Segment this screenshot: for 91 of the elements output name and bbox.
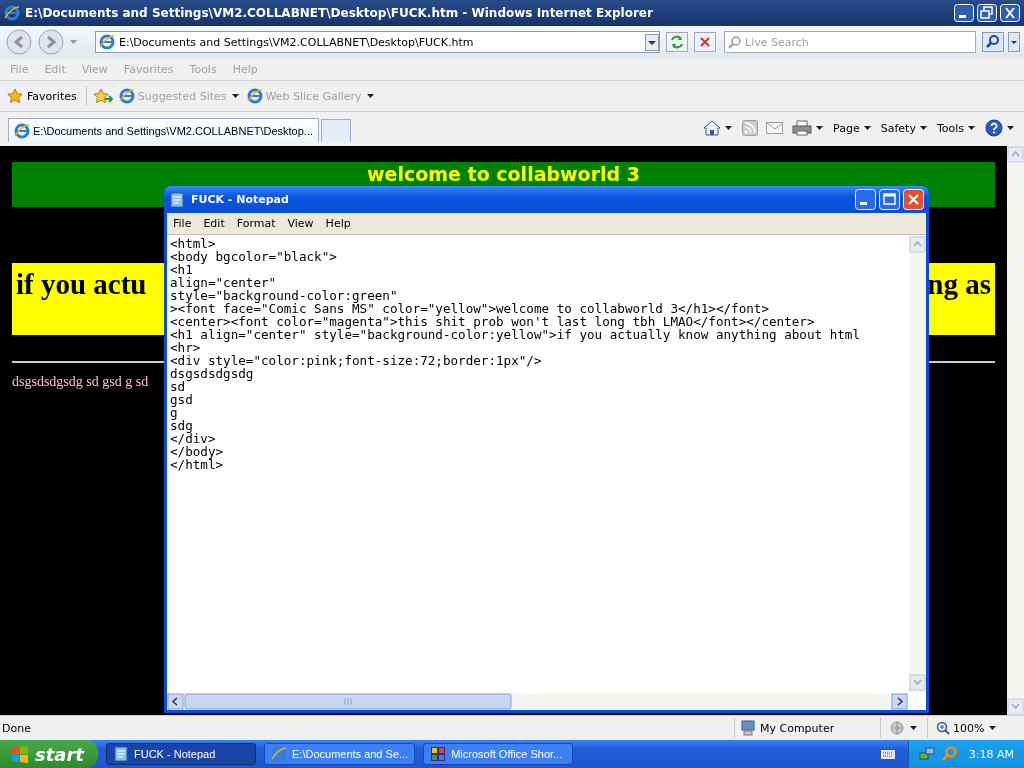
browser-icon <box>4 5 20 21</box>
menu-item[interactable]: File <box>167 217 198 230</box>
protected-mode-icon[interactable] <box>889 720 905 736</box>
page-heading: if you actu <box>16 267 147 301</box>
caret-icon <box>919 126 927 130</box>
office-icon <box>430 746 447 762</box>
star-icon <box>7 88 23 104</box>
start-button[interactable]: start <box>0 740 98 768</box>
maximize-icon[interactable] <box>879 189 900 210</box>
code-line: g <box>170 406 178 419</box>
caret-icon <box>70 40 77 44</box>
clock: 3:18 AM <box>968 747 1014 761</box>
menu-item[interactable]: View <box>281 217 320 230</box>
page-icon <box>246 88 263 104</box>
notepad-icon <box>169 191 185 208</box>
code-line: <h1 <box>170 263 193 276</box>
favorites-button[interactable]: Favorites <box>4 86 80 106</box>
dropdown-icon[interactable] <box>1008 32 1020 52</box>
printer-icon[interactable] <box>792 120 813 136</box>
taskbar-button[interactable]: FUCK - Notepad <box>106 743 256 765</box>
code-line: <hr> <box>170 341 201 354</box>
caret-icon <box>910 726 917 730</box>
browser-tab[interactable]: E:\Documents and Settings\VM2.COLLABNET\Desktop... <box>8 118 319 142</box>
code-line: <center><font color="magenta">this shit prob won't last long tbh LMAO</font></center> <box>170 315 815 328</box>
code-line: <div style="color:pink;font-size:72;border:1px"/> <box>170 354 543 367</box>
add-favorite-icon[interactable] <box>92 88 113 104</box>
command-button[interactable]: Safety <box>880 121 929 135</box>
caret-icon <box>725 126 733 130</box>
code-line: </div> <box>170 432 217 445</box>
restore-icon[interactable] <box>977 4 997 22</box>
menu-item[interactable]: Edit <box>197 217 231 230</box>
caret-icon <box>1007 126 1014 130</box>
code-line: </body> <box>170 445 225 458</box>
status-text: Done <box>1 721 31 735</box>
address-field[interactable]: E:\Documents and Settings\VM2.COLLABNET\Desktop\FUCK.htm <box>95 31 660 53</box>
forward-icon[interactable] <box>38 29 64 55</box>
page-icon <box>118 88 135 104</box>
code-line: <h1 align="center" style="background-color:yellow">if you actually know anything about html <box>170 328 861 341</box>
refresh-icon[interactable] <box>666 32 688 52</box>
code-line: </html> <box>170 458 225 471</box>
computer-icon <box>740 720 756 736</box>
code-line: align="center" <box>170 276 277 289</box>
code-line: ><font face="Comic Sans MS" color="yellow">welcome to collabworld 3</h1></font> <box>170 302 769 315</box>
body-text: dsgsdsdgsdg sd gsd g sd <box>12 373 149 391</box>
close-icon[interactable] <box>903 189 924 210</box>
code-line: gsd <box>170 393 194 406</box>
stop-icon[interactable] <box>694 32 716 52</box>
zoom-icon <box>936 721 950 735</box>
command-button[interactable]: Page <box>833 121 873 135</box>
menu-item[interactable]: Format <box>230 217 282 230</box>
page-icon <box>14 122 30 139</box>
feed-icon[interactable] <box>742 120 759 136</box>
code-line: dsgsdsdgsdg <box>170 367 254 380</box>
minimize-icon[interactable] <box>954 4 974 22</box>
mail-icon[interactable] <box>766 121 785 135</box>
page-heading: ng as <box>927 267 991 301</box>
dropdown-icon[interactable] <box>645 33 659 51</box>
minimize-icon[interactable] <box>855 189 876 210</box>
page-icon <box>99 34 115 50</box>
help-icon[interactable] <box>985 119 1003 137</box>
caret-icon <box>989 726 997 730</box>
browser-icon <box>271 746 287 762</box>
code-line: sd <box>170 380 186 393</box>
banner-heading: welcome to collabworld 3 <box>367 164 640 184</box>
notepad-icon <box>113 746 129 762</box>
zone-label: My Computer <box>760 721 835 735</box>
close-icon[interactable] <box>1000 4 1020 22</box>
menu-item[interactable]: Help <box>319 217 357 230</box>
code-line: <body bgcolor="black"> <box>170 250 338 263</box>
window-title: E:\Documents and Settings\VM2.COLLABNET\Desktop\FUCK.htm - Windows Internet Explorer <box>25 6 654 20</box>
caret-icon <box>968 126 975 130</box>
caret-icon <box>863 126 871 130</box>
search-icon[interactable] <box>982 32 1004 52</box>
code-line: style="background-color:green" <box>170 289 398 302</box>
network-icon[interactable] <box>918 746 935 762</box>
windows-logo-icon <box>10 745 30 763</box>
command-button[interactable]: Tools <box>936 121 977 135</box>
caret-icon <box>816 126 824 130</box>
search-field[interactable]: Live Search <box>724 31 976 53</box>
zoom-button[interactable]: 100% <box>927 718 1024 738</box>
search-icon <box>728 35 742 49</box>
home-icon[interactable] <box>703 120 722 136</box>
code-line: <html> <box>170 237 217 250</box>
caret-icon <box>231 94 239 98</box>
window-title: FUCK - Notepad <box>191 193 290 206</box>
taskbar-button[interactable]: Microsoft Office Shor... <box>423 743 574 765</box>
taskbar-button[interactable]: E:\Documents and Se... <box>264 743 416 765</box>
keyboard-icon[interactable] <box>879 747 896 761</box>
code-line: sdg <box>170 419 193 432</box>
back-icon[interactable] <box>6 29 32 55</box>
caret-icon <box>366 94 374 98</box>
